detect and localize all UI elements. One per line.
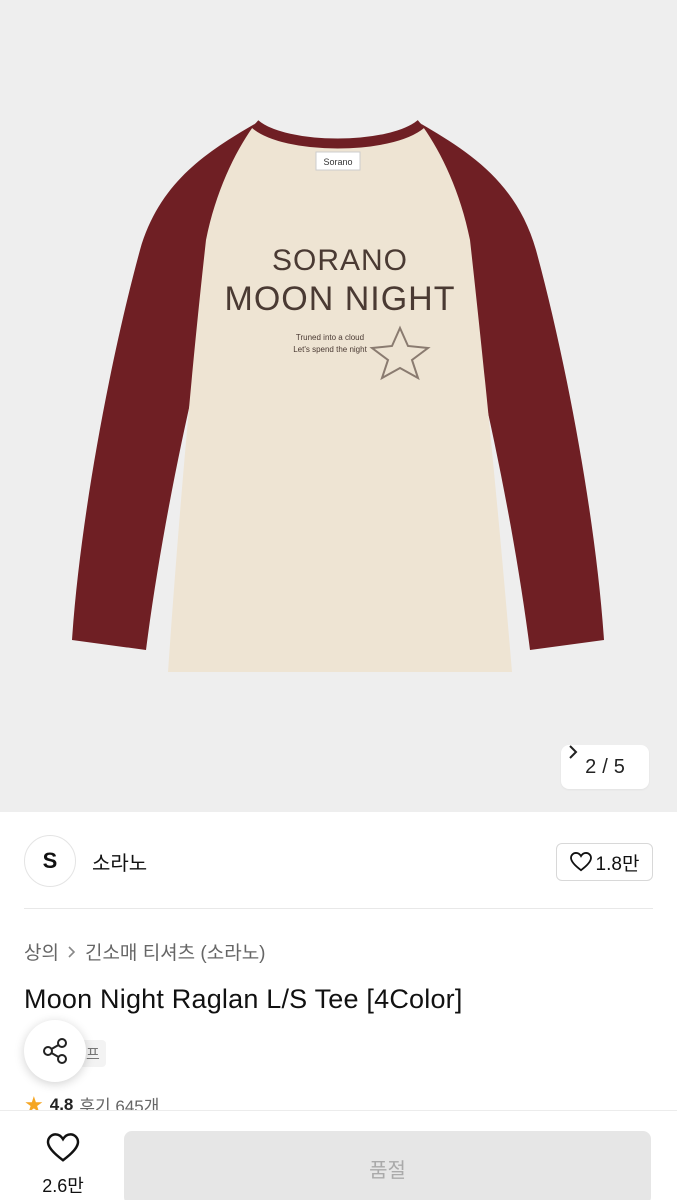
gallery-pager[interactable]: 2 / 5 bbox=[561, 745, 649, 789]
breadcrumb-category[interactable]: 상의 bbox=[24, 938, 59, 965]
brand-name[interactable]: 소라노 bbox=[92, 847, 147, 876]
print-line-1: SORANO bbox=[272, 244, 408, 277]
gallery-separator: / bbox=[602, 755, 608, 778]
share-button[interactable] bbox=[24, 1020, 86, 1082]
print-small-1: Truned into a cloud bbox=[296, 333, 364, 342]
buy-button-label: 품절 bbox=[369, 1159, 406, 1182]
brand-like-button[interactable]: 1.8만 bbox=[556, 843, 653, 881]
breadcrumb-subcategory[interactable]: 긴소매 티셔츠 (소라노) bbox=[85, 938, 266, 965]
bottom-action-bar: 2.6만 품절 bbox=[0, 1110, 677, 1200]
buy-button[interactable]: 품절 bbox=[124, 1131, 651, 1200]
brand-like-count: 1.8만 bbox=[595, 853, 640, 875]
chevron-right-icon bbox=[68, 945, 76, 958]
product-image-gallery[interactable]: Sorano SORANO MOON NIGHT Truned into a c… bbox=[0, 0, 677, 812]
share-icon bbox=[43, 1038, 67, 1064]
gallery-total: 5 bbox=[613, 755, 625, 778]
heart-icon bbox=[569, 852, 592, 872]
print-small-2: Let's spend the night bbox=[293, 345, 367, 354]
neck-label: Sorano bbox=[323, 157, 352, 167]
divider bbox=[24, 908, 653, 909]
wish-count: 2.6만 bbox=[42, 1176, 84, 1196]
brand-row: S 소라노 1.8만 bbox=[24, 832, 653, 890]
product-image: Sorano SORANO MOON NIGHT Truned into a c… bbox=[72, 119, 604, 672]
wish-button[interactable]: 2.6만 bbox=[28, 1133, 98, 1198]
brand-logo[interactable]: S bbox=[24, 835, 76, 887]
gallery-current: 2 bbox=[585, 755, 597, 778]
print-line-2: MOON NIGHT bbox=[225, 280, 456, 318]
heart-icon bbox=[46, 1133, 80, 1162]
chevron-right-icon[interactable] bbox=[567, 745, 579, 759]
product-title: Moon Night Raglan L/S Tee [4Color] bbox=[24, 984, 463, 1014]
breadcrumb: 상의 긴소매 티셔츠 (소라노) bbox=[24, 938, 266, 965]
brand-logo-letter: S bbox=[42, 848, 58, 873]
